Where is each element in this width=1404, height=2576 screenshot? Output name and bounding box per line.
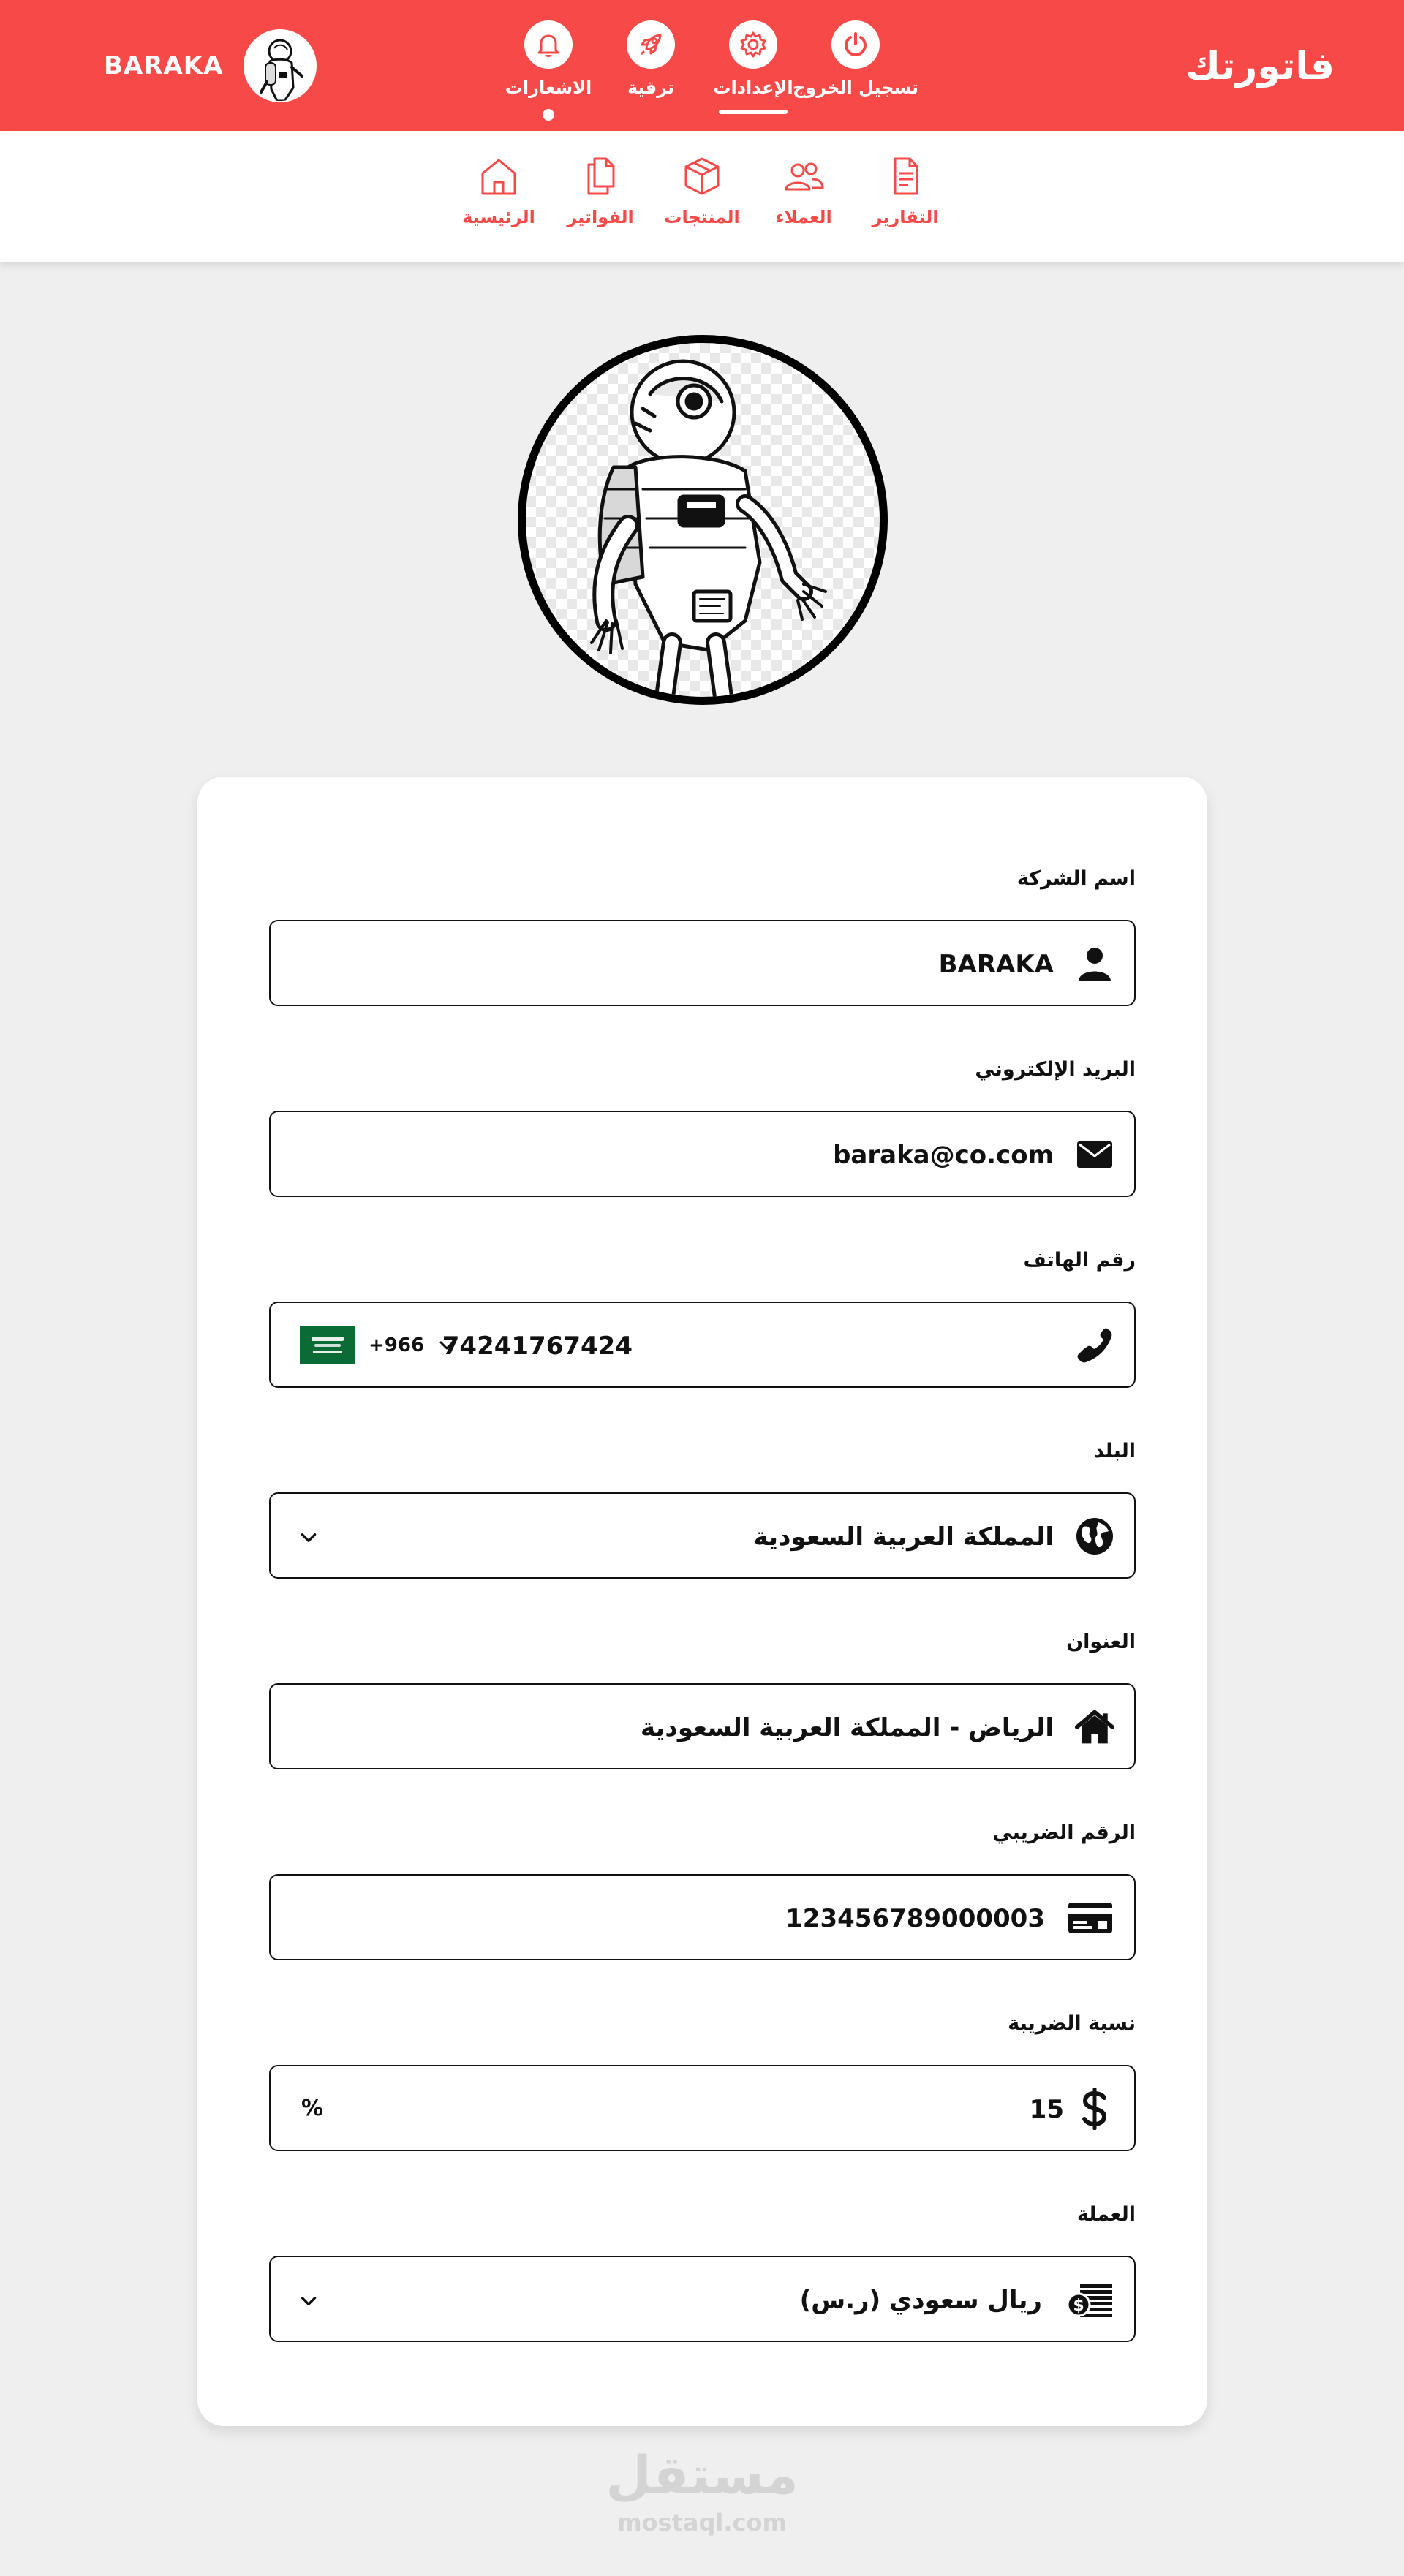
logout-button[interactable]: تسجيل الخروج: [793, 20, 918, 123]
country-code-value: +966: [369, 1334, 425, 1356]
users-icon: [785, 162, 824, 191]
notifications-label: الاشعارات: [505, 78, 592, 98]
email-input[interactable]: baraka@co.com: [269, 1111, 1136, 1197]
email-value: baraka@co.com: [833, 1141, 1054, 1170]
tax-number-label: الرقم الضريبي: [992, 1821, 1136, 1844]
tax-rate-value: 15: [1029, 2095, 1064, 2124]
user-name: BARAKA: [104, 51, 224, 80]
notification-dot: [543, 109, 554, 121]
watermark: مستقل mostaql.com: [0, 2442, 1404, 2537]
dollar-icon: [1074, 2088, 1115, 2130]
company-name-input[interactable]: BARAKA: [269, 920, 1136, 1006]
envelope-icon: [1074, 1134, 1115, 1175]
watermark-arabic: مستقل: [605, 2444, 799, 2506]
chevron-down-icon: [301, 1533, 317, 1542]
phone-label: رقم الهاتف: [1023, 1249, 1136, 1272]
rocket-icon: [627, 20, 675, 69]
country-label: البلد: [1093, 1440, 1136, 1462]
address-label: العنوان: [1066, 1631, 1136, 1653]
gear-icon: [729, 20, 777, 69]
tax-rate-label: نسبة الضريبة: [1008, 2012, 1136, 2035]
nav-item-home[interactable]: الرئيسية: [455, 154, 543, 242]
profile-picture[interactable]: [518, 335, 888, 705]
chevron-down-icon: [301, 2297, 317, 2305]
logout-label: تسجيل الخروج: [793, 78, 918, 98]
percent-suffix: %: [301, 2096, 324, 2121]
nav-label-home: الرئيسية: [462, 207, 535, 227]
top-actions: تسجيل الخروج الإعدادات ترقية الاشعارات: [497, 20, 918, 123]
home-icon: [481, 159, 516, 195]
nav-item-customers[interactable]: العملاء: [760, 154, 848, 242]
main-nav-items: التقارير العملاء المنتجات الفواتير الرئي…: [455, 154, 949, 242]
top-bar: فاتورتك تسجيل الخروج الإعدادات ترقية الا…: [0, 0, 1404, 131]
company-settings-card: اسم الشركة BARAKA البريد الإلكتروني bara…: [197, 777, 1207, 2426]
user-menu[interactable]: BARAKA: [104, 29, 317, 102]
power-icon: [831, 20, 880, 69]
company-name-value: BARAKA: [938, 950, 1054, 979]
company-name-label: اسم الشركة: [1016, 867, 1136, 890]
address-value: الرياض - المملكة العربية السعودية: [641, 1713, 1054, 1742]
nav-label-reports: التقارير: [872, 207, 939, 227]
country-value: المملكة العربية السعودية: [753, 1522, 1054, 1552]
person-icon: [1074, 943, 1115, 984]
phone-value: 74241767424: [442, 1332, 633, 1361]
nav-item-reports[interactable]: التقارير: [861, 154, 949, 242]
documents-icon: [587, 157, 615, 195]
nav-item-invoices[interactable]: الفواتير: [556, 154, 644, 242]
country-select[interactable]: المملكة العربية السعودية: [269, 1492, 1136, 1579]
money-stack-icon: $: [1067, 2279, 1114, 2320]
bell-icon: [524, 20, 573, 69]
active-tab-indicator: [719, 110, 788, 114]
notifications-button[interactable]: الاشعارات: [497, 20, 600, 123]
nav-label-products: المنتجات: [664, 207, 740, 227]
box-icon: [684, 157, 720, 195]
saudi-flag-icon: [300, 1326, 355, 1364]
upgrade-button[interactable]: ترقية: [600, 20, 702, 123]
currency-value: ريال سعودي (ر.س): [799, 2286, 1042, 2315]
address-input[interactable]: الرياض - المملكة العربية السعودية: [269, 1683, 1136, 1769]
currency-label: العملة: [1076, 2203, 1136, 2226]
currency-select[interactable]: $ ريال سعودي (ر.س): [269, 2256, 1136, 2342]
upgrade-label: ترقية: [627, 78, 675, 98]
tax-number-input[interactable]: 123456789000003: [269, 1874, 1136, 1960]
settings-button[interactable]: الإعدادات: [702, 20, 804, 123]
phone-icon: [1074, 1325, 1115, 1366]
nav-item-products[interactable]: المنتجات: [658, 154, 746, 242]
globe-icon: [1074, 1516, 1115, 1557]
brand-logo[interactable]: فاتورتك: [1185, 41, 1335, 92]
main-nav: التقارير العملاء المنتجات الفواتير الرئي…: [0, 131, 1404, 262]
email-label: البريد الإلكتروني: [975, 1058, 1136, 1081]
svg-text:$: $: [1073, 2297, 1084, 2315]
card-icon: [1067, 1897, 1114, 1938]
chevron-down-icon: [439, 1341, 454, 1350]
watermark-latin: mostaql.com: [617, 2509, 787, 2537]
country-code-select[interactable]: +966: [300, 1325, 456, 1366]
settings-label: الإعدادات: [713, 78, 793, 98]
tax-rate-input[interactable]: 15 %: [269, 2065, 1136, 2151]
nav-label-invoices: الفواتير: [567, 207, 634, 227]
nav-label-customers: العملاء: [775, 207, 832, 227]
house-icon: [1074, 1707, 1115, 1748]
phone-input[interactable]: 74241767424 +966: [269, 1302, 1136, 1388]
astronaut-illustration: [590, 359, 827, 697]
avatar: [244, 29, 317, 102]
report-icon: [894, 157, 918, 195]
tax-number-value: 123456789000003: [785, 1904, 1045, 1933]
